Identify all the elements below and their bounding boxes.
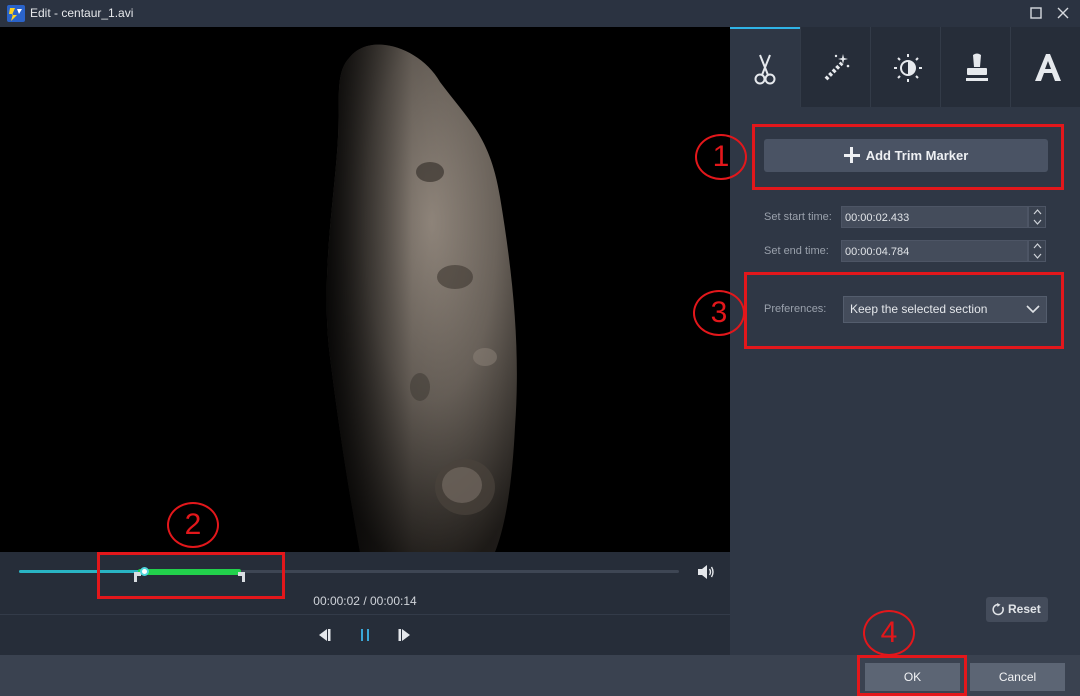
tab-trim[interactable] — [730, 27, 800, 107]
previous-frame-icon[interactable] — [317, 627, 333, 643]
magic-wand-icon — [824, 54, 850, 81]
annotation-box-3 — [744, 272, 1064, 349]
end-up-icon[interactable] — [1029, 241, 1045, 251]
video-frame-asteroid — [0, 27, 730, 552]
annotation-circle-3: 3 — [693, 290, 745, 336]
annotation-circle-2: 2 — [167, 502, 219, 548]
edit-tabs — [730, 27, 1080, 107]
start-time-input[interactable]: 00:00:02.433 — [841, 206, 1028, 228]
annotation-circle-1: 1 — [695, 134, 747, 180]
tab-text[interactable] — [1010, 27, 1080, 107]
maximize-icon — [1030, 7, 1042, 19]
close-button[interactable] — [1052, 3, 1074, 23]
start-down-icon[interactable] — [1029, 217, 1045, 227]
tab-adjust[interactable] — [870, 27, 940, 107]
reset-icon — [992, 603, 1004, 616]
app-logo-icon — [7, 5, 25, 22]
tab-watermark[interactable] — [940, 27, 1010, 107]
reset-button[interactable]: Reset — [986, 597, 1048, 622]
close-icon — [1057, 7, 1069, 19]
end-time-label: Set end time: — [764, 245, 829, 257]
cancel-button[interactable]: Cancel — [970, 663, 1065, 691]
start-up-icon[interactable] — [1029, 207, 1045, 217]
annotation-box-2 — [97, 552, 285, 599]
scissors-icon — [754, 54, 776, 85]
start-time-label: Set start time: — [764, 211, 832, 223]
end-time-stepper[interactable] — [1028, 240, 1046, 262]
title-bar: Edit - centaur_1.avi — [0, 0, 1080, 27]
controls-divider — [0, 614, 730, 615]
next-frame-icon[interactable] — [396, 627, 412, 643]
start-time-stepper[interactable] — [1028, 206, 1046, 228]
annotation-circle-4: 4 — [863, 610, 915, 656]
reset-label: Reset — [1008, 602, 1041, 616]
text-icon — [1035, 54, 1061, 81]
annotation-box-4 — [857, 655, 967, 696]
end-down-icon[interactable] — [1029, 251, 1045, 261]
window-title: Edit - centaur_1.avi — [30, 6, 134, 20]
pause-icon[interactable] — [357, 627, 373, 643]
tab-effects[interactable] — [800, 27, 870, 107]
time-separator: / — [359, 594, 370, 608]
brightness-icon — [894, 54, 922, 82]
total-duration: 00:00:14 — [370, 594, 417, 608]
annotation-box-1 — [752, 124, 1064, 190]
video-preview[interactable] — [0, 27, 730, 552]
current-time: 00:00:02 — [313, 594, 360, 608]
end-time-input[interactable]: 00:00:04.784 — [841, 240, 1028, 262]
maximize-button[interactable] — [1025, 3, 1047, 23]
stamp-icon — [966, 53, 988, 81]
volume-icon[interactable] — [697, 564, 715, 580]
